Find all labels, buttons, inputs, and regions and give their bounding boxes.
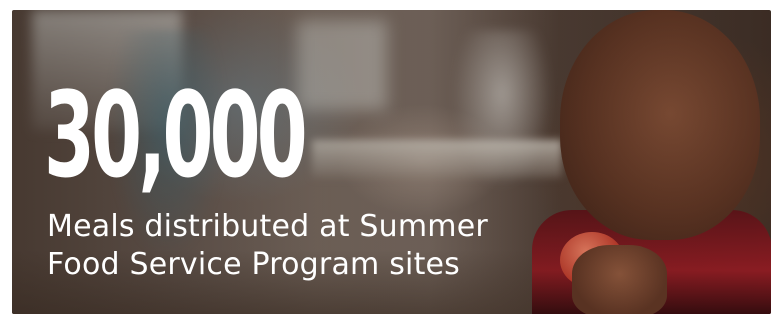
stat-caption-line: Meals distributed at Summer xyxy=(47,209,488,244)
stat-banner: 30,000 Meals distributed at Summer Food … xyxy=(12,10,771,314)
stat-number: 30,000 xyxy=(44,66,308,204)
stat-caption: Meals distributed at Summer Food Service… xyxy=(47,208,667,284)
stat-caption-line: Food Service Program sites xyxy=(47,247,461,282)
